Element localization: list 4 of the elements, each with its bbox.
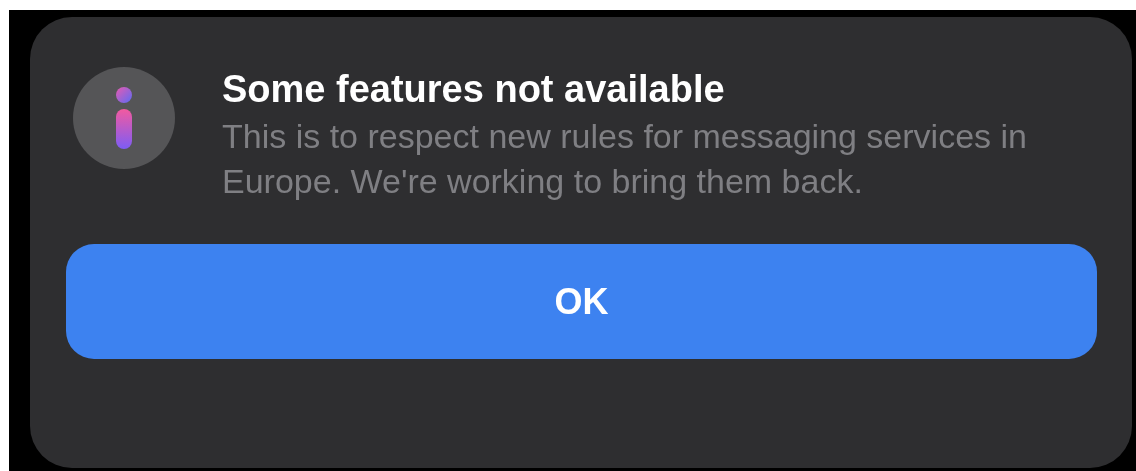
ok-button[interactable]: OK bbox=[66, 244, 1097, 359]
dialog-title: Some features not available bbox=[222, 67, 726, 111]
info-icon bbox=[73, 67, 175, 169]
dialog-message: This is to respect new rules for messaging services in Europe. We're working to bring them back. bbox=[222, 116, 1028, 202]
